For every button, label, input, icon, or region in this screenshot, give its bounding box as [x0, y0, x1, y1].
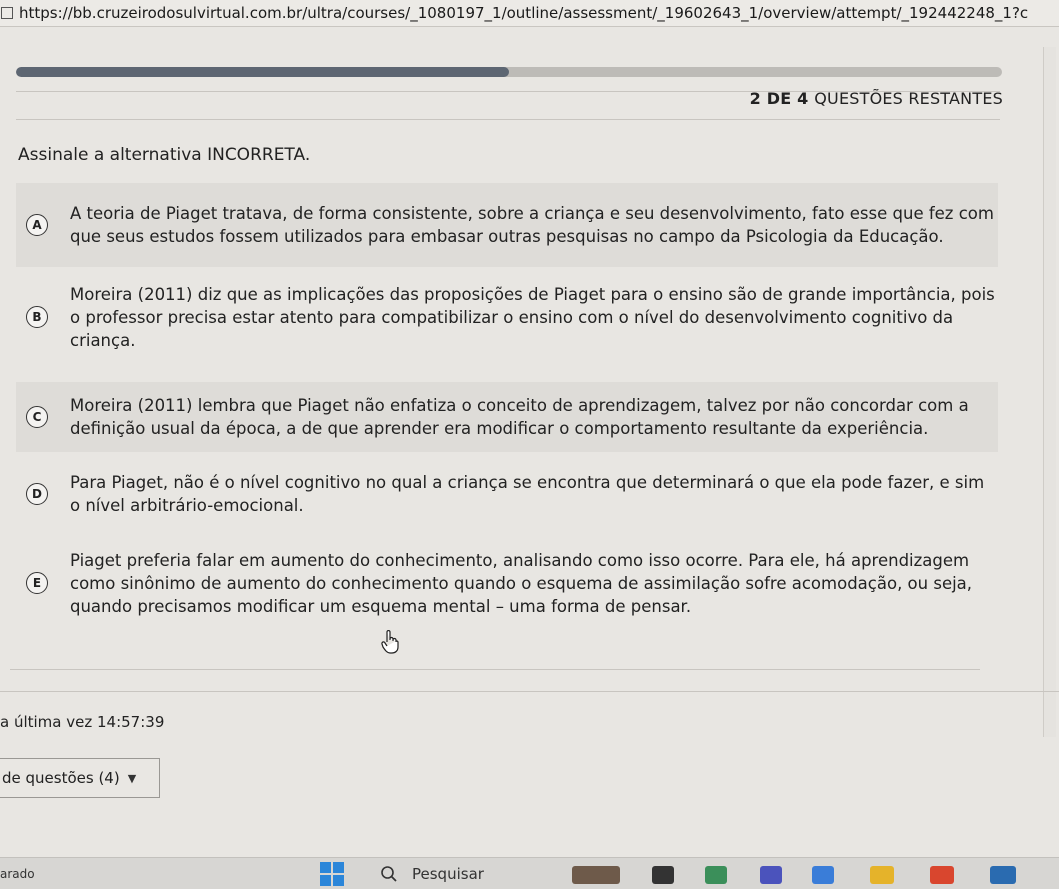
- question-select-dropdown[interactable]: de questões (4) ▼: [0, 758, 160, 798]
- windows-start-icon[interactable]: [318, 861, 346, 887]
- divider: [0, 691, 1059, 692]
- divider: [10, 669, 980, 670]
- taskbar-search[interactable]: Pesquisar: [376, 861, 546, 887]
- option-text-b: Moreira (2011) diz que as implicações da…: [70, 284, 995, 350]
- option-letter-a[interactable]: A: [26, 214, 48, 236]
- divider: [16, 119, 1000, 120]
- teams-app-icon[interactable]: [760, 866, 782, 884]
- hand-pointer-icon: [381, 630, 399, 654]
- chrome-app-icon[interactable]: [930, 866, 954, 884]
- option-text-a: A teoria de Piaget tratava, de forma con…: [70, 204, 994, 246]
- caret-down-icon: ▼: [127, 771, 137, 785]
- taskbar-app-icon[interactable]: [705, 866, 727, 884]
- answer-option-a[interactable]: A A teoria de Piaget tratava, de forma c…: [16, 183, 998, 267]
- file-explorer-icon[interactable]: [870, 866, 894, 884]
- taskbar: arado Pesquisar: [0, 857, 1059, 889]
- search-icon: [381, 866, 397, 882]
- option-text-e: Piaget preferia falar em aumento do conh…: [70, 550, 973, 616]
- weather-widget[interactable]: arado: [0, 867, 35, 881]
- progress-bar: [16, 67, 1002, 77]
- taskbar-app-icon[interactable]: [812, 866, 834, 884]
- answer-option-e[interactable]: E Piaget preferia falar em aumento do co…: [16, 535, 998, 631]
- option-letter-c[interactable]: C: [26, 406, 48, 428]
- taskbar-app-icon[interactable]: [572, 866, 620, 884]
- option-letter-e[interactable]: E: [26, 572, 48, 594]
- page-icon: [1, 7, 13, 19]
- divider: [16, 91, 1000, 92]
- browser-address-bar[interactable]: https://bb.cruzeirodosulvirtual.com.br/u…: [0, 0, 1059, 27]
- taskbar-app-icon[interactable]: [652, 866, 674, 884]
- option-text-d: Para Piaget, não é o nível cognitivo no …: [70, 473, 985, 515]
- answer-option-b[interactable]: B Moreira (2011) diz que as implicações …: [16, 272, 998, 362]
- question-prompt: Assinale a alternativa INCORRETA.: [18, 145, 311, 165]
- scrollbar[interactable]: [1043, 47, 1056, 737]
- question-select-label: de questões (4): [2, 769, 120, 787]
- option-letter-b[interactable]: B: [26, 306, 48, 328]
- last-saved-time: a última vez 14:57:39: [0, 713, 165, 731]
- assessment-page: 2 DE 4 QUESTÕES RESTANTES Assinale a alt…: [0, 27, 1059, 857]
- taskbar-app-icon[interactable]: [990, 866, 1016, 884]
- answer-option-c[interactable]: C Moreira (2011) lembra que Piaget não e…: [16, 382, 998, 452]
- option-letter-d[interactable]: D: [26, 483, 48, 505]
- progress-fill: [16, 67, 509, 77]
- option-text-c: Moreira (2011) lembra que Piaget não enf…: [70, 396, 969, 438]
- url-text[interactable]: https://bb.cruzeirodosulvirtual.com.br/u…: [19, 4, 1028, 22]
- search-label: Pesquisar: [412, 865, 484, 883]
- answer-option-d[interactable]: D Para Piaget, não é o nível cognitivo n…: [16, 461, 998, 527]
